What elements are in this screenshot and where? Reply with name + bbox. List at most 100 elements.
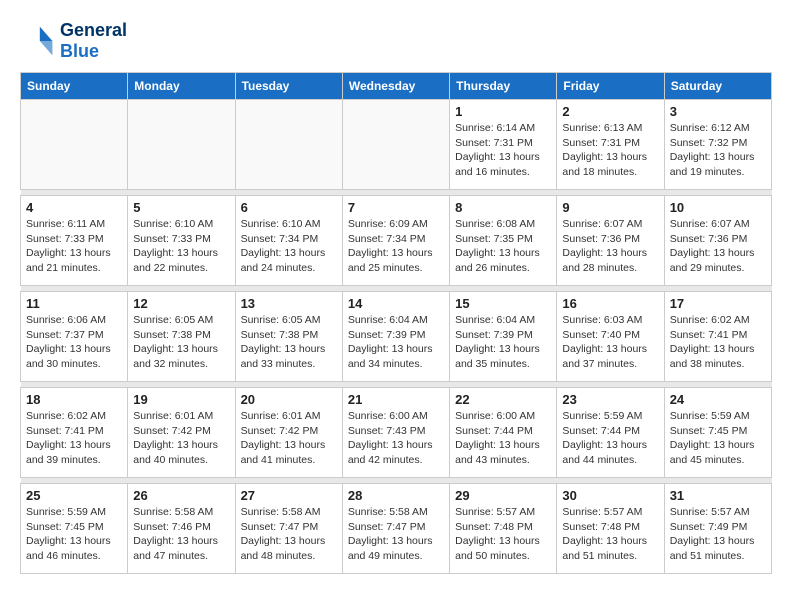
day-number: 4 [26, 200, 122, 215]
calendar-cell: 22 Sunrise: 6:00 AMSunset: 7:44 PMDayligh… [450, 388, 557, 478]
calendar-week-2: 4 Sunrise: 6:11 AMSunset: 7:33 PMDaylight… [21, 196, 772, 286]
day-number: 10 [670, 200, 766, 215]
day-number: 18 [26, 392, 122, 407]
calendar-cell: 27 Sunrise: 5:58 AMSunset: 7:47 PMDayligh… [235, 484, 342, 574]
calendar-cell: 9 Sunrise: 6:07 AMSunset: 7:36 PMDaylight… [557, 196, 664, 286]
day-number: 13 [241, 296, 337, 311]
day-info: Sunrise: 5:57 AMSunset: 7:49 PMDaylight:… [670, 505, 766, 564]
day-number: 22 [455, 392, 551, 407]
day-number: 14 [348, 296, 444, 311]
col-header-monday: Monday [128, 73, 235, 100]
day-number: 16 [562, 296, 658, 311]
calendar-cell: 24Sunrise: 5:59 AMSunset: 7:45 PMDayligh… [664, 388, 771, 478]
day-number: 31 [670, 488, 766, 503]
day-info: Sunrise: 6:08 AMSunset: 7:35 PMDaylight:… [455, 217, 551, 276]
calendar-cell: 15 Sunrise: 6:04 AMSunset: 7:39 PMDayligh… [450, 292, 557, 382]
logo-icon [20, 23, 56, 59]
day-number: 26 [133, 488, 229, 503]
day-info: Sunrise: 6:10 AMSunset: 7:34 PMDaylight:… [241, 217, 337, 276]
day-info: Sunrise: 5:59 AMSunset: 7:45 PMDaylight:… [670, 409, 766, 468]
day-number: 20 [241, 392, 337, 407]
day-info: Sunrise: 5:58 AMSunset: 7:46 PMDaylight:… [133, 505, 229, 564]
col-header-friday: Friday [557, 73, 664, 100]
calendar-cell [342, 100, 449, 190]
day-number: 11 [26, 296, 122, 311]
logo-text: General Blue [60, 20, 127, 62]
calendar-cell: 6 Sunrise: 6:10 AMSunset: 7:34 PMDaylight… [235, 196, 342, 286]
day-info: Sunrise: 6:06 AMSunset: 7:37 PMDaylight:… [26, 313, 122, 372]
day-number: 23 [562, 392, 658, 407]
calendar-cell: 28 Sunrise: 5:58 AMSunset: 7:47 PMDayligh… [342, 484, 449, 574]
calendar-week-5: 25 Sunrise: 5:59 AMSunset: 7:45 PMDayligh… [21, 484, 772, 574]
calendar-cell: 31 Sunrise: 5:57 AMSunset: 7:49 PMDayligh… [664, 484, 771, 574]
day-number: 21 [348, 392, 444, 407]
day-number: 27 [241, 488, 337, 503]
calendar-cell: 14 Sunrise: 6:04 AMSunset: 7:39 PMDayligh… [342, 292, 449, 382]
calendar-cell [235, 100, 342, 190]
day-info: Sunrise: 5:57 AMSunset: 7:48 PMDaylight:… [562, 505, 658, 564]
calendar-cell: 2Sunrise: 6:13 AMSunset: 7:31 PMDaylight… [557, 100, 664, 190]
calendar-cell [128, 100, 235, 190]
day-number: 1 [455, 104, 551, 119]
day-number: 15 [455, 296, 551, 311]
calendar-cell: 17 Sunrise: 6:02 AMSunset: 7:41 PMDayligh… [664, 292, 771, 382]
day-info: Sunrise: 5:58 AMSunset: 7:47 PMDaylight:… [241, 505, 337, 564]
day-number: 3 [670, 104, 766, 119]
col-header-wednesday: Wednesday [342, 73, 449, 100]
page-header: General Blue [20, 20, 772, 62]
day-info: Sunrise: 5:57 AMSunset: 7:48 PMDaylight:… [455, 505, 551, 564]
calendar-week-1: 1 Sunrise: 6:14 AMSunset: 7:31 PMDaylight… [21, 100, 772, 190]
calendar-cell: 19Sunrise: 6:01 AMSunset: 7:42 PMDayligh… [128, 388, 235, 478]
day-info: Sunrise: 6:05 AMSunset: 7:38 PMDaylight:… [241, 313, 337, 372]
day-info: Sunrise: 6:11 AMSunset: 7:33 PMDaylight:… [26, 217, 122, 276]
day-number: 29 [455, 488, 551, 503]
day-info: Sunrise: 6:03 AMSunset: 7:40 PMDaylight:… [562, 313, 658, 372]
day-number: 7 [348, 200, 444, 215]
calendar-cell: 3 Sunrise: 6:12 AMSunset: 7:32 PMDaylight… [664, 100, 771, 190]
day-info: Sunrise: 6:02 AMSunset: 7:41 PMDaylight:… [670, 313, 766, 372]
day-info: Sunrise: 6:14 AMSunset: 7:31 PMDaylight:… [455, 121, 551, 180]
calendar: SundayMondayTuesdayWednesdayThursdayFrid… [20, 72, 772, 574]
day-info: Sunrise: 6:07 AMSunset: 7:36 PMDaylight:… [562, 217, 658, 276]
calendar-cell: 11 Sunrise: 6:06 AMSunset: 7:37 PMDayligh… [21, 292, 128, 382]
day-info: Sunrise: 6:04 AMSunset: 7:39 PMDaylight:… [348, 313, 444, 372]
calendar-cell [21, 100, 128, 190]
day-info: Sunrise: 5:59 AMSunset: 7:44 PMDaylight:… [562, 409, 658, 468]
day-info: Sunrise: 6:12 AMSunset: 7:32 PMDaylight:… [670, 121, 766, 180]
day-number: 9 [562, 200, 658, 215]
day-number: 2 [562, 104, 658, 119]
calendar-cell: 21 Sunrise: 6:00 AMSunset: 7:43 PMDayligh… [342, 388, 449, 478]
day-info: Sunrise: 6:05 AMSunset: 7:38 PMDaylight:… [133, 313, 229, 372]
day-number: 25 [26, 488, 122, 503]
calendar-cell: 10 Sunrise: 6:07 AMSunset: 7:36 PMDayligh… [664, 196, 771, 286]
day-number: 30 [562, 488, 658, 503]
calendar-cell: 29 Sunrise: 5:57 AMSunset: 7:48 PMDayligh… [450, 484, 557, 574]
day-number: 19 [133, 392, 229, 407]
day-info: Sunrise: 6:07 AMSunset: 7:36 PMDaylight:… [670, 217, 766, 276]
day-info: Sunrise: 6:00 AMSunset: 7:44 PMDaylight:… [455, 409, 551, 468]
calendar-cell: 20 Sunrise: 6:01 AMSunset: 7:42 PMDayligh… [235, 388, 342, 478]
calendar-cell: 13 Sunrise: 6:05 AMSunset: 7:38 PMDayligh… [235, 292, 342, 382]
calendar-week-3: 11 Sunrise: 6:06 AMSunset: 7:37 PMDayligh… [21, 292, 772, 382]
day-info: Sunrise: 5:59 AMSunset: 7:45 PMDaylight:… [26, 505, 122, 564]
col-header-saturday: Saturday [664, 73, 771, 100]
day-number: 28 [348, 488, 444, 503]
day-info: Sunrise: 6:01 AMSunset: 7:42 PMDaylight:… [241, 409, 337, 468]
calendar-cell: 16 Sunrise: 6:03 AMSunset: 7:40 PMDayligh… [557, 292, 664, 382]
calendar-cell: 4 Sunrise: 6:11 AMSunset: 7:33 PMDaylight… [21, 196, 128, 286]
day-info: Sunrise: 5:58 AMSunset: 7:47 PMDaylight:… [348, 505, 444, 564]
day-info: Sunrise: 6:00 AMSunset: 7:43 PMDaylight:… [348, 409, 444, 468]
day-info: Sunrise: 6:10 AMSunset: 7:33 PMDaylight:… [133, 217, 229, 276]
day-number: 6 [241, 200, 337, 215]
day-number: 17 [670, 296, 766, 311]
calendar-cell: 1 Sunrise: 6:14 AMSunset: 7:31 PMDaylight… [450, 100, 557, 190]
day-number: 8 [455, 200, 551, 215]
col-header-tuesday: Tuesday [235, 73, 342, 100]
calendar-cell: 25 Sunrise: 5:59 AMSunset: 7:45 PMDayligh… [21, 484, 128, 574]
day-info: Sunrise: 6:04 AMSunset: 7:39 PMDaylight:… [455, 313, 551, 372]
calendar-cell: 7Sunrise: 6:09 AMSunset: 7:34 PMDaylight… [342, 196, 449, 286]
calendar-cell: 23 Sunrise: 5:59 AMSunset: 7:44 PMDayligh… [557, 388, 664, 478]
calendar-cell: 5Sunrise: 6:10 AMSunset: 7:33 PMDaylight… [128, 196, 235, 286]
day-number: 12 [133, 296, 229, 311]
logo: General Blue [20, 20, 127, 62]
